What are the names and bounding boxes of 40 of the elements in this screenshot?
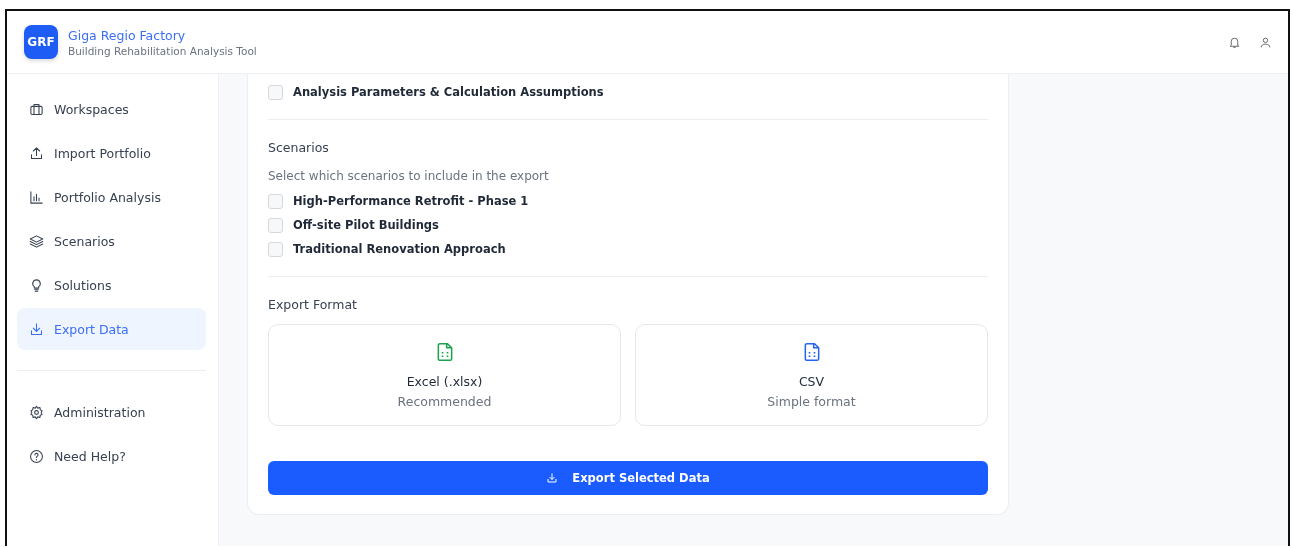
section-hint: Select which scenarios to include in the export bbox=[268, 169, 550, 183]
download-icon bbox=[29, 321, 44, 337]
export-button[interactable]: Export Selected Data bbox=[268, 461, 988, 495]
format-note: Recommended bbox=[397, 394, 492, 409]
checkbox[interactable] bbox=[268, 84, 283, 100]
section-title: Scenarios bbox=[268, 140, 330, 155]
checkbox[interactable] bbox=[268, 217, 283, 233]
format-option[interactable]: Excel (.xlsx) Recommended bbox=[268, 324, 621, 426]
user-icon[interactable] bbox=[1259, 35, 1272, 49]
app-subtitle: Building Rehabilitation Analysis Tool bbox=[68, 44, 257, 57]
format-option[interactable]: CSV Simple format bbox=[635, 324, 988, 426]
sidebar-item[interactable]: Scenarios bbox=[17, 220, 206, 262]
checkbox-label: Traditional Renovation Approach bbox=[293, 242, 506, 256]
checkbox[interactable] bbox=[268, 241, 283, 257]
layers-icon bbox=[29, 233, 44, 249]
checkbox[interactable] bbox=[268, 193, 283, 209]
checkbox-label: Off-site Pilot Buildings bbox=[293, 218, 439, 232]
sidebar-item[interactable]: Administration bbox=[17, 391, 206, 433]
format-name: Excel (.xlsx) bbox=[406, 374, 483, 389]
sidebar-item[interactable]: Solutions bbox=[17, 264, 206, 306]
section-title: Export Format bbox=[268, 297, 358, 312]
briefcase-icon bbox=[29, 101, 44, 117]
sidebar-item[interactable]: Portfolio Analysis bbox=[17, 176, 206, 218]
download-icon bbox=[546, 472, 559, 484]
format-note: Simple format bbox=[767, 394, 856, 409]
checkbox-label: Analysis Parameters & Calculation Assumptions bbox=[293, 85, 604, 99]
sidebar-item[interactable]: Export Data bbox=[17, 308, 206, 350]
app-logo: GRF bbox=[24, 25, 58, 59]
sidebar-item[interactable]: Need Help? bbox=[17, 435, 206, 477]
sidebar-item[interactable]: Workspaces bbox=[17, 88, 206, 130]
checkbox-label: High-Performance Retrofit - Phase 1 bbox=[293, 194, 529, 208]
bar-chart-icon bbox=[29, 189, 44, 205]
upload-icon bbox=[29, 145, 44, 161]
format-name: CSV bbox=[798, 374, 825, 389]
settings-icon bbox=[29, 404, 44, 420]
notification-bell-icon[interactable] bbox=[1228, 35, 1241, 49]
lightbulb-icon bbox=[29, 277, 44, 293]
help-icon bbox=[29, 448, 44, 464]
sidebar-item[interactable]: Import Portfolio bbox=[17, 132, 206, 174]
app-title: Giga Regio Factory bbox=[68, 27, 187, 43]
